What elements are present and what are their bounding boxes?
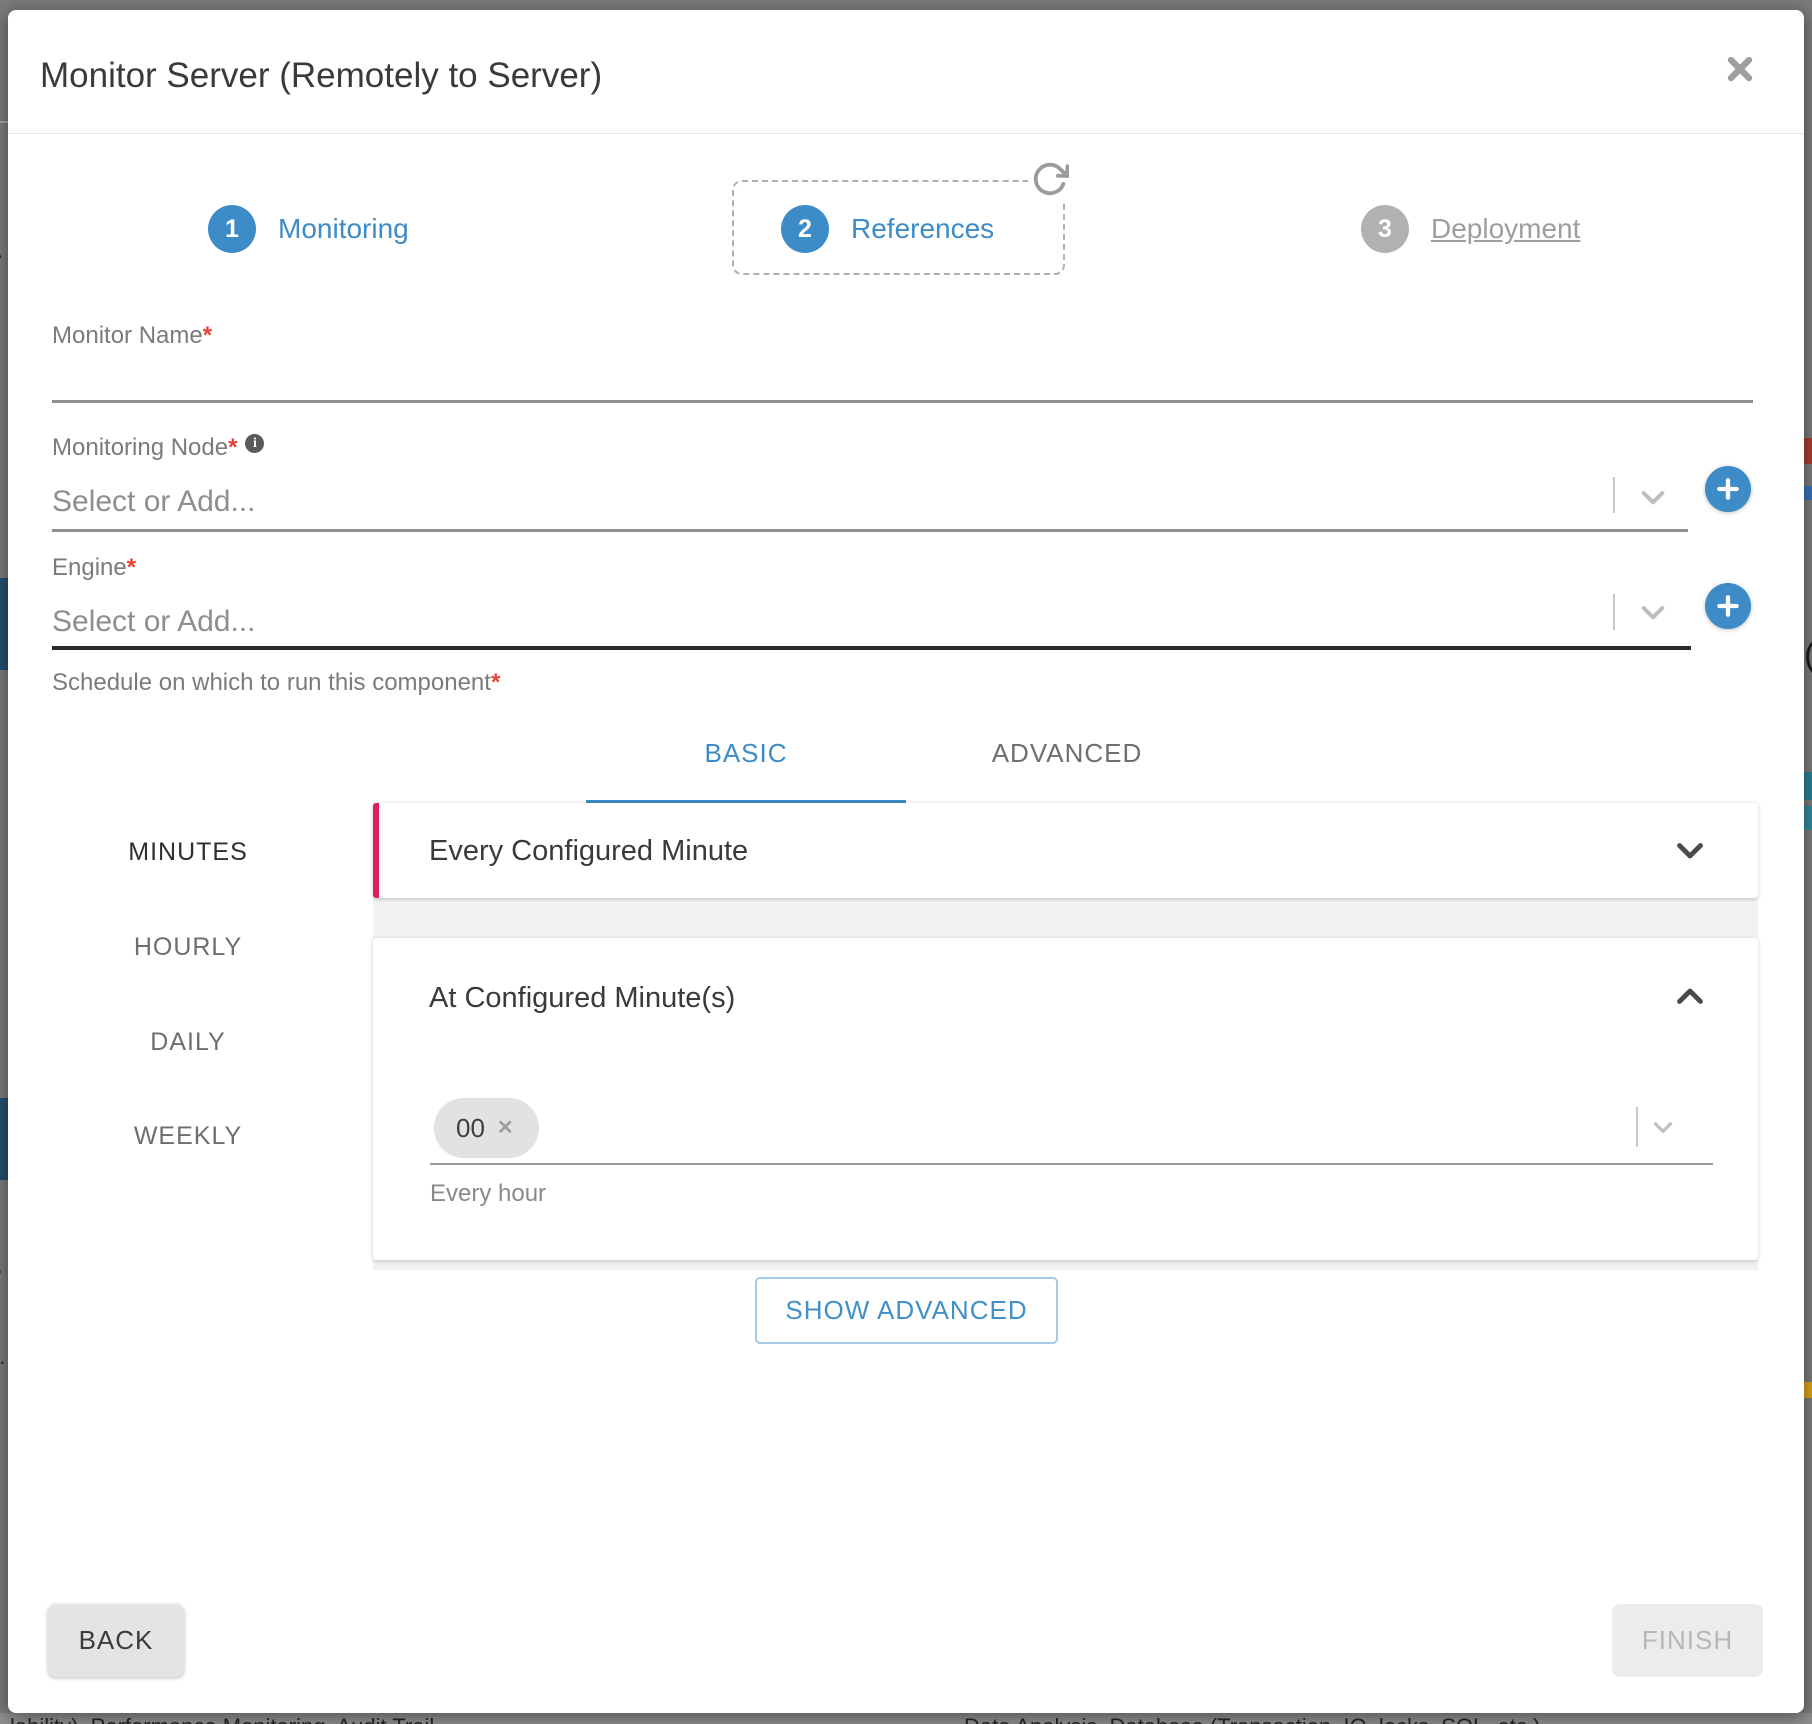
background-fragment	[1804, 1382, 1812, 1398]
chevron-up-icon[interactable]	[1672, 979, 1708, 1015]
minute-chip[interactable]: 00	[434, 1098, 539, 1158]
select-separator	[1613, 594, 1615, 630]
select-separator	[1636, 1107, 1638, 1147]
background-fragment	[1804, 772, 1812, 800]
step-number-badge: 2	[781, 205, 829, 253]
monitor-name-label: Monitor Name*	[52, 322, 212, 350]
monitoring-node-select-input[interactable]	[52, 482, 1592, 522]
background-fragment	[0, 578, 8, 670]
plus-icon	[1715, 593, 1741, 619]
background-fragment	[1804, 806, 1812, 830]
info-icon[interactable]	[245, 434, 264, 453]
background-fragment: c	[0, 508, 8, 532]
back-button[interactable]: BACK	[48, 1604, 184, 1677]
frequency-dropdown-value: Every Configured Minute	[429, 835, 748, 868]
monitoring-node-label: Monitoring Node*	[52, 434, 264, 462]
background-fragment: (	[1804, 636, 1812, 680]
refresh-icon	[1031, 160, 1069, 198]
chevron-down-icon[interactable]	[1650, 1114, 1676, 1140]
close-icon	[1722, 51, 1758, 87]
background-fragment: d.	[0, 1346, 8, 1370]
add-monitoring-node-button[interactable]	[1705, 466, 1751, 512]
step-label: Monitoring	[278, 205, 409, 253]
selected-row-accent	[373, 803, 379, 898]
chevron-down-icon[interactable]	[1637, 596, 1669, 628]
screen: A o v c 3 a S d. ( lability), Performanc…	[0, 0, 1812, 1724]
engine-label: Engine*	[52, 554, 136, 582]
configured-minutes-title: At Configured Minute(s)	[429, 982, 735, 1015]
background-fragment	[1804, 438, 1812, 464]
minutes-helper-text: Every hour	[430, 1180, 546, 1208]
step-label: References	[851, 205, 994, 253]
step-number-badge: 1	[208, 205, 256, 253]
background-fragment	[0, 121, 8, 123]
required-asterisk: *	[228, 434, 237, 461]
background-fragment: 3	[0, 824, 8, 848]
label-text: Monitoring Node	[52, 434, 228, 461]
refresh-button[interactable]	[1028, 158, 1072, 202]
background-fragment: v	[0, 478, 8, 502]
background-page-text: lability), Performance Monitoring, Audit…	[10, 1714, 440, 1724]
finish-button[interactable]: FINISH	[1612, 1604, 1763, 1677]
minute-chip-value: 00	[456, 1113, 485, 1144]
required-asterisk: *	[491, 669, 500, 696]
label-text: Schedule on which to run this component	[52, 669, 491, 696]
background-fragment	[0, 1098, 8, 1180]
side-tab-weekly[interactable]: WEEKLY	[68, 1122, 308, 1151]
schedule-label: Schedule on which to run this component*	[52, 669, 500, 697]
monitor-server-dialog: Monitor Server (Remotely to Server) 1 Mo…	[8, 10, 1804, 1713]
monitor-name-underline	[52, 400, 1753, 403]
header-divider	[8, 133, 1804, 134]
schedule-panel: Every Configured Minute At Configured Mi…	[373, 803, 1758, 1270]
label-text: Monitor Name	[52, 322, 203, 349]
frequency-dropdown[interactable]: Every Configured Minute	[373, 803, 1758, 898]
side-tab-minutes[interactable]: MINUTES	[68, 838, 308, 867]
show-advanced-button[interactable]: SHOW ADVANCED	[755, 1277, 1058, 1344]
background-fragment: o	[0, 448, 8, 472]
engine-underline-focused	[52, 646, 1691, 650]
background-page-text: Data Analysis, Database (Transaction, IO…	[964, 1714, 1546, 1724]
side-tab-daily[interactable]: DAILY	[68, 1028, 308, 1057]
add-engine-button[interactable]	[1705, 583, 1751, 629]
select-separator	[1613, 477, 1615, 513]
chevron-down-icon[interactable]	[1637, 481, 1669, 513]
configured-minutes-card: At Configured Minute(s) 00 Every hour	[373, 938, 1758, 1260]
background-fragment: S	[0, 1258, 8, 1282]
remove-chip-icon[interactable]	[497, 1116, 517, 1140]
tab-advanced[interactable]: ADVANCED	[907, 738, 1227, 769]
chevron-down-icon[interactable]	[1672, 832, 1708, 868]
engine-select-input[interactable]	[52, 602, 1592, 642]
label-text: Engine	[52, 554, 127, 581]
background-fragment: A	[0, 240, 8, 264]
plus-icon	[1715, 476, 1741, 502]
dialog-title: Monitor Server (Remotely to Server)	[40, 56, 602, 96]
minutes-input-underline	[430, 1163, 1713, 1165]
required-asterisk: *	[127, 554, 136, 581]
side-tab-hourly[interactable]: HOURLY	[68, 933, 308, 962]
step-number-badge: 3	[1361, 205, 1409, 253]
monitoring-node-underline	[52, 529, 1688, 532]
required-asterisk: *	[203, 322, 212, 349]
close-button[interactable]	[1720, 50, 1760, 90]
background-fragment	[1804, 486, 1812, 500]
background-fragment: a	[0, 942, 8, 966]
step-label: Deployment	[1431, 205, 1580, 253]
tab-basic[interactable]: BASIC	[586, 738, 906, 769]
